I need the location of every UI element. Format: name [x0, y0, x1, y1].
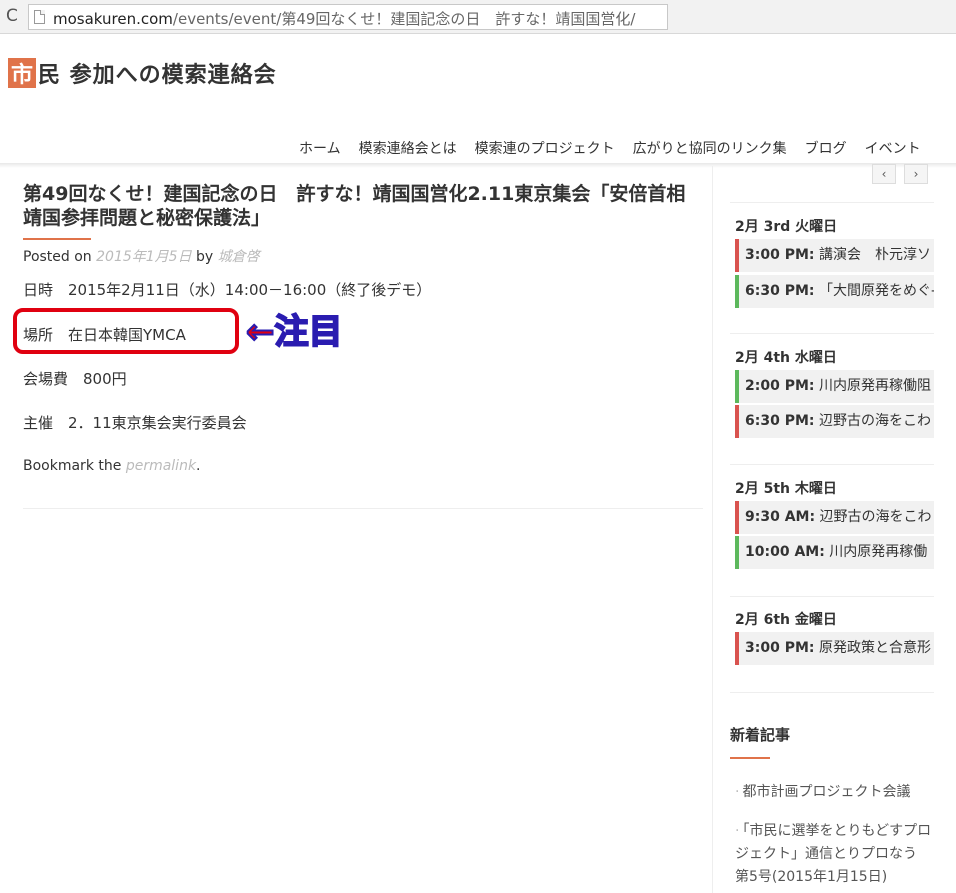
- article-header: 第49回なくせ！建国記念の日 許すな！靖国国営化2.11東京集会「安倍首相靖国参…: [23, 182, 703, 266]
- nav-item-events[interactable]: イベント: [865, 138, 921, 158]
- sidebar-separator: [712, 166, 713, 893]
- recent-posts-title: 新着記事: [730, 726, 791, 744]
- bullet-icon: ·: [735, 823, 740, 839]
- nav-item-blog[interactable]: ブログ: [805, 138, 847, 158]
- event-title: 原発政策と合意形: [818, 640, 931, 656]
- recent-post-link[interactable]: 「市民に選挙をとりもどすプロジェクト」通信とりプロなう 第5号(2015年1月1…: [735, 823, 931, 885]
- event-time: 3:00 PM:: [745, 640, 815, 656]
- event-title: 辺野古の海をこわ: [819, 509, 932, 525]
- nav-item-projects[interactable]: 模索連のプロジェクト: [475, 138, 615, 158]
- widget-underline: [730, 757, 770, 759]
- article-title: 第49回なくせ！建国記念の日 許すな！靖国国営化2.11東京集会「安倍首相靖国参…: [23, 183, 686, 229]
- site-logo[interactable]: 市 民 参加への模索連絡会: [8, 58, 277, 88]
- reload-icon[interactable]: C: [6, 6, 18, 26]
- event-time: 9:30 AM:: [745, 509, 816, 525]
- bookmark-line: Bookmark the permalink.: [23, 458, 201, 474]
- bookmark-prefix: Bookmark the: [23, 458, 122, 474]
- day-heading: 2月 5th 木曜日: [735, 481, 837, 497]
- event-organizer: 主催 2．11東京集会実行委員会: [23, 414, 247, 432]
- main-nav: ホーム 模索連絡会とは 模索連のプロジェクト 広がりと協同のリンク集 ブログ イ…: [290, 138, 930, 158]
- event-item[interactable]: 10:00 AM: 川内原発再稼働: [735, 536, 934, 569]
- day-heading: 2月 4th 水曜日: [735, 350, 837, 366]
- day-heading: 2月 3rd 火曜日: [735, 219, 838, 235]
- event-time: 6:30 PM:: [745, 413, 815, 429]
- event-title: 川内原発再稼働阻: [818, 378, 931, 394]
- calendar-divider: [730, 596, 934, 597]
- event-item[interactable]: 6:30 PM: 辺野古の海をこわ: [735, 405, 934, 438]
- calendar-divider: [730, 692, 934, 693]
- event-time: 10:00 AM:: [745, 544, 825, 560]
- event-time: 2:00 PM:: [745, 378, 815, 394]
- nav-item-links[interactable]: 広がりと協同のリンク集: [633, 138, 787, 158]
- event-fee: 会場費 800円: [23, 370, 127, 388]
- browser-toolbar: C mosakuren.com/events/event/第49回なくせ！建国記…: [0, 0, 956, 34]
- recent-post-link[interactable]: 都市計画プロジェクト会議: [742, 784, 910, 800]
- calendar-divider: [730, 464, 934, 465]
- logo-mark: 市: [8, 58, 36, 88]
- nav-item-home[interactable]: ホーム: [299, 138, 341, 158]
- event-item[interactable]: 3:00 PM: 原発政策と合意形: [735, 632, 934, 665]
- nav-item-about[interactable]: 模索連絡会とは: [359, 138, 457, 158]
- calendar-nav: ‹ ›: [872, 164, 928, 184]
- recent-post-item[interactable]: · 「市民に選挙をとりもどすプロジェクト」通信とりプロなう 第5号(2015年1月…: [735, 820, 935, 889]
- calendar-divider: [730, 202, 934, 203]
- event-item[interactable]: 2:00 PM: 川内原発再稼働阻: [735, 370, 934, 403]
- url-text: mosakuren.com/events/event/第49回なくせ！建国記念の…: [53, 10, 636, 28]
- calendar-prev-button[interactable]: ‹: [872, 164, 896, 184]
- event-item[interactable]: 9:30 AM: 辺野古の海をこわ: [735, 501, 934, 534]
- header-divider: [0, 163, 956, 168]
- post-meta: Posted on 2015年1月5日 by 城倉啓: [23, 246, 703, 266]
- logo-text: 民 参加への模索連絡会: [38, 63, 277, 88]
- attention-annotation: ←注目: [245, 311, 343, 353]
- event-title: 川内原発再稼働: [829, 544, 928, 560]
- author-link[interactable]: 城倉啓: [218, 249, 260, 265]
- permalink-link[interactable]: permalink: [126, 458, 196, 474]
- recent-post-item[interactable]: · 都市計画プロジェクト会議: [735, 781, 935, 804]
- highlight-box: [13, 308, 239, 354]
- title-underline: [23, 238, 91, 240]
- day-heading: 2月 6th 金曜日: [735, 612, 837, 628]
- event-time: 6:30 PM:: [745, 283, 815, 299]
- bullet-icon: ·: [735, 784, 740, 800]
- bookmark-suffix: .: [196, 458, 201, 474]
- event-item[interactable]: 6:30 PM: 「大間原発をめぐ-: [735, 275, 934, 308]
- event-item[interactable]: 3:00 PM: 講演会 朴元淳ソ: [735, 239, 934, 272]
- by-label: by: [196, 249, 214, 265]
- posted-on-label: Posted on: [23, 249, 92, 265]
- calendar-divider: [730, 333, 934, 334]
- event-title: 講演会 朴元淳ソ: [818, 247, 931, 263]
- page-icon: [34, 10, 45, 24]
- event-title: 辺野古の海をこわ: [818, 413, 931, 429]
- event-time: 3:00 PM:: [745, 247, 815, 263]
- event-title: 「大間原発をめぐ-: [818, 283, 934, 299]
- article-divider: [23, 508, 703, 509]
- post-date-link[interactable]: 2015年1月5日: [96, 249, 191, 265]
- event-datetime: 日時 2015年2月11日（水）14:00－16:00（終了後デモ）: [23, 281, 432, 299]
- calendar-next-button[interactable]: ›: [904, 164, 928, 184]
- address-bar[interactable]: mosakuren.com/events/event/第49回なくせ！建国記念の…: [28, 4, 668, 30]
